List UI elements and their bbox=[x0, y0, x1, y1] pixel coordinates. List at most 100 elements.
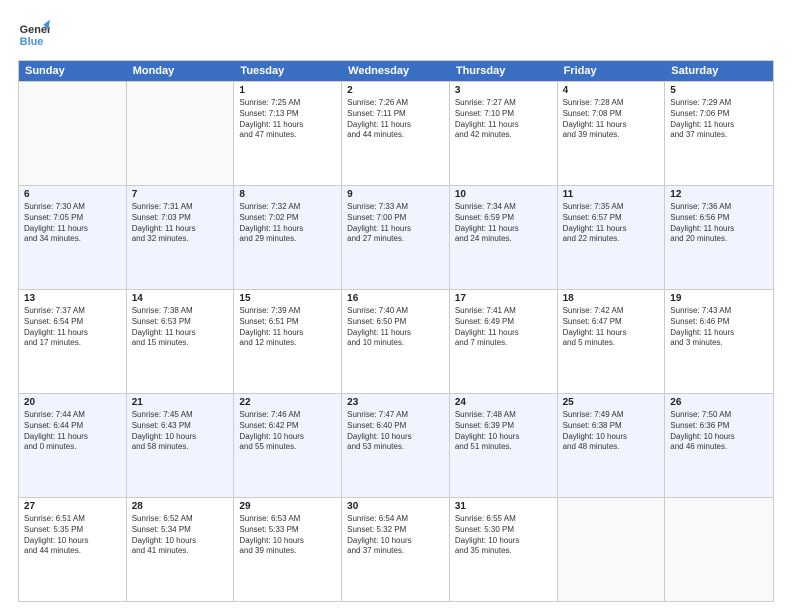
day-cell-6: 6 Sunrise: 7:30 AM Sunset: 7:05 PM Daylig… bbox=[19, 186, 127, 289]
day-number: 25 bbox=[563, 397, 660, 408]
day-number: 5 bbox=[670, 85, 768, 96]
day-details: Sunrise: 7:48 AM Sunset: 6:39 PM Dayligh… bbox=[455, 410, 552, 453]
day-details: Sunrise: 7:45 AM Sunset: 6:43 PM Dayligh… bbox=[132, 410, 229, 453]
weekday-header-thursday: Thursday bbox=[450, 61, 558, 81]
calendar-row: 27 Sunrise: 6:51 AM Sunset: 5:35 PM Dayli… bbox=[19, 497, 773, 601]
page-header: General Blue bbox=[18, 18, 774, 50]
day-cell-18: 18Sunrise: 7:42 AM Sunset: 6:47 PM Dayli… bbox=[558, 290, 666, 393]
day-cell-11: 11Sunrise: 7:35 AM Sunset: 6:57 PM Dayli… bbox=[558, 186, 666, 289]
day-number: 18 bbox=[563, 293, 660, 304]
day-details: Sunrise: 7:31 AM Sunset: 7:03 PM Dayligh… bbox=[132, 202, 229, 245]
day-number: 27 bbox=[24, 501, 121, 512]
day-number: 20 bbox=[24, 397, 121, 408]
day-cell-9: 9 Sunrise: 7:33 AM Sunset: 7:00 PM Daylig… bbox=[342, 186, 450, 289]
day-details: Sunrise: 7:25 AM Sunset: 7:13 PM Dayligh… bbox=[239, 98, 336, 141]
svg-text:Blue: Blue bbox=[20, 36, 44, 48]
day-details: Sunrise: 7:40 AM Sunset: 6:50 PM Dayligh… bbox=[347, 306, 444, 349]
day-cell-14: 14 Sunrise: 7:38 AM Sunset: 6:53 PM Dayli… bbox=[127, 290, 235, 393]
day-number: 21 bbox=[132, 397, 229, 408]
day-cell-20: 20 Sunrise: 7:44 AM Sunset: 6:44 PM Dayli… bbox=[19, 394, 127, 497]
day-details: Sunrise: 7:43 AM Sunset: 6:46 PM Dayligh… bbox=[670, 306, 768, 349]
day-cell-8: 8 Sunrise: 7:32 AM Sunset: 7:02 PM Daylig… bbox=[234, 186, 342, 289]
day-number: 19 bbox=[670, 293, 768, 304]
day-number: 29 bbox=[239, 501, 336, 512]
day-cell-21: 21 Sunrise: 7:45 AM Sunset: 6:43 PM Dayli… bbox=[127, 394, 235, 497]
day-cell-10: 10 Sunrise: 7:34 AM Sunset: 6:59 PM Dayli… bbox=[450, 186, 558, 289]
day-number: 14 bbox=[132, 293, 229, 304]
day-details: Sunrise: 6:51 AM Sunset: 5:35 PM Dayligh… bbox=[24, 514, 121, 557]
day-cell-30: 30Sunrise: 6:54 AM Sunset: 5:32 PM Dayli… bbox=[342, 498, 450, 601]
calendar-row: 13 Sunrise: 7:37 AM Sunset: 6:54 PM Dayli… bbox=[19, 289, 773, 393]
day-cell-31: 31 Sunrise: 6:55 AM Sunset: 5:30 PM Dayli… bbox=[450, 498, 558, 601]
empty-cell bbox=[19, 82, 127, 185]
day-number: 2 bbox=[347, 85, 444, 96]
day-details: Sunrise: 7:41 AM Sunset: 6:49 PM Dayligh… bbox=[455, 306, 552, 349]
day-number: 28 bbox=[132, 501, 229, 512]
logo: General Blue bbox=[18, 18, 50, 50]
calendar: SundayMondayTuesdayWednesdayThursdayFrid… bbox=[18, 60, 774, 602]
day-details: Sunrise: 7:47 AM Sunset: 6:40 PM Dayligh… bbox=[347, 410, 444, 453]
empty-cell bbox=[558, 498, 666, 601]
day-details: Sunrise: 7:33 AM Sunset: 7:00 PM Dayligh… bbox=[347, 202, 444, 245]
day-cell-15: 15Sunrise: 7:39 AM Sunset: 6:51 PM Dayli… bbox=[234, 290, 342, 393]
day-details: Sunrise: 7:46 AM Sunset: 6:42 PM Dayligh… bbox=[239, 410, 336, 453]
day-details: Sunrise: 7:49 AM Sunset: 6:38 PM Dayligh… bbox=[563, 410, 660, 453]
day-details: Sunrise: 7:34 AM Sunset: 6:59 PM Dayligh… bbox=[455, 202, 552, 245]
weekday-header-monday: Monday bbox=[127, 61, 235, 81]
day-details: Sunrise: 7:38 AM Sunset: 6:53 PM Dayligh… bbox=[132, 306, 229, 349]
day-cell-26: 26Sunrise: 7:50 AM Sunset: 6:36 PM Dayli… bbox=[665, 394, 773, 497]
day-number: 23 bbox=[347, 397, 444, 408]
day-details: Sunrise: 6:55 AM Sunset: 5:30 PM Dayligh… bbox=[455, 514, 552, 557]
day-cell-3: 3 Sunrise: 7:27 AM Sunset: 7:10 PM Daylig… bbox=[450, 82, 558, 185]
day-details: Sunrise: 7:37 AM Sunset: 6:54 PM Dayligh… bbox=[24, 306, 121, 349]
day-details: Sunrise: 7:32 AM Sunset: 7:02 PM Dayligh… bbox=[239, 202, 336, 245]
day-number: 6 bbox=[24, 189, 121, 200]
day-cell-23: 23 Sunrise: 7:47 AM Sunset: 6:40 PM Dayli… bbox=[342, 394, 450, 497]
day-cell-16: 16 Sunrise: 7:40 AM Sunset: 6:50 PM Dayli… bbox=[342, 290, 450, 393]
day-cell-7: 7 Sunrise: 7:31 AM Sunset: 7:03 PM Daylig… bbox=[127, 186, 235, 289]
day-details: Sunrise: 7:26 AM Sunset: 7:11 PM Dayligh… bbox=[347, 98, 444, 141]
day-details: Sunrise: 7:28 AM Sunset: 7:08 PM Dayligh… bbox=[563, 98, 660, 141]
day-cell-22: 22 Sunrise: 7:46 AM Sunset: 6:42 PM Dayli… bbox=[234, 394, 342, 497]
day-number: 16 bbox=[347, 293, 444, 304]
day-number: 26 bbox=[670, 397, 768, 408]
calendar-header: SundayMondayTuesdayWednesdayThursdayFrid… bbox=[19, 61, 773, 81]
day-details: Sunrise: 7:27 AM Sunset: 7:10 PM Dayligh… bbox=[455, 98, 552, 141]
day-number: 1 bbox=[239, 85, 336, 96]
day-cell-19: 19 Sunrise: 7:43 AM Sunset: 6:46 PM Dayli… bbox=[665, 290, 773, 393]
day-cell-2: 2 Sunrise: 7:26 AM Sunset: 7:11 PM Daylig… bbox=[342, 82, 450, 185]
day-cell-25: 25 Sunrise: 7:49 AM Sunset: 6:38 PM Dayli… bbox=[558, 394, 666, 497]
weekday-header-sunday: Sunday bbox=[19, 61, 127, 81]
day-number: 8 bbox=[239, 189, 336, 200]
calendar-row: 6 Sunrise: 7:30 AM Sunset: 7:05 PM Daylig… bbox=[19, 185, 773, 289]
day-number: 31 bbox=[455, 501, 552, 512]
day-number: 3 bbox=[455, 85, 552, 96]
day-number: 7 bbox=[132, 189, 229, 200]
empty-cell bbox=[127, 82, 235, 185]
day-cell-24: 24 Sunrise: 7:48 AM Sunset: 6:39 PM Dayli… bbox=[450, 394, 558, 497]
day-cell-27: 27 Sunrise: 6:51 AM Sunset: 5:35 PM Dayli… bbox=[19, 498, 127, 601]
day-number: 9 bbox=[347, 189, 444, 200]
weekday-header-saturday: Saturday bbox=[665, 61, 773, 81]
day-number: 30 bbox=[347, 501, 444, 512]
calendar-row: 20 Sunrise: 7:44 AM Sunset: 6:44 PM Dayli… bbox=[19, 393, 773, 497]
day-details: Sunrise: 7:36 AM Sunset: 6:56 PM Dayligh… bbox=[670, 202, 768, 245]
day-details: Sunrise: 7:44 AM Sunset: 6:44 PM Dayligh… bbox=[24, 410, 121, 453]
calendar-row: 1 Sunrise: 7:25 AM Sunset: 7:13 PM Daylig… bbox=[19, 81, 773, 185]
weekday-header-friday: Friday bbox=[558, 61, 666, 81]
day-details: Sunrise: 7:35 AM Sunset: 6:57 PM Dayligh… bbox=[563, 202, 660, 245]
day-cell-12: 12Sunrise: 7:36 AM Sunset: 6:56 PM Dayli… bbox=[665, 186, 773, 289]
day-number: 15 bbox=[239, 293, 336, 304]
day-details: Sunrise: 7:30 AM Sunset: 7:05 PM Dayligh… bbox=[24, 202, 121, 245]
logo-icon: General Blue bbox=[18, 18, 50, 50]
day-number: 4 bbox=[563, 85, 660, 96]
calendar-body: 1 Sunrise: 7:25 AM Sunset: 7:13 PM Daylig… bbox=[19, 81, 773, 601]
day-number: 13 bbox=[24, 293, 121, 304]
day-number: 10 bbox=[455, 189, 552, 200]
day-cell-28: 28Sunrise: 6:52 AM Sunset: 5:34 PM Dayli… bbox=[127, 498, 235, 601]
empty-cell bbox=[665, 498, 773, 601]
day-number: 24 bbox=[455, 397, 552, 408]
day-number: 22 bbox=[239, 397, 336, 408]
day-cell-5: 5Sunrise: 7:29 AM Sunset: 7:06 PM Daylig… bbox=[665, 82, 773, 185]
day-details: Sunrise: 6:53 AM Sunset: 5:33 PM Dayligh… bbox=[239, 514, 336, 557]
